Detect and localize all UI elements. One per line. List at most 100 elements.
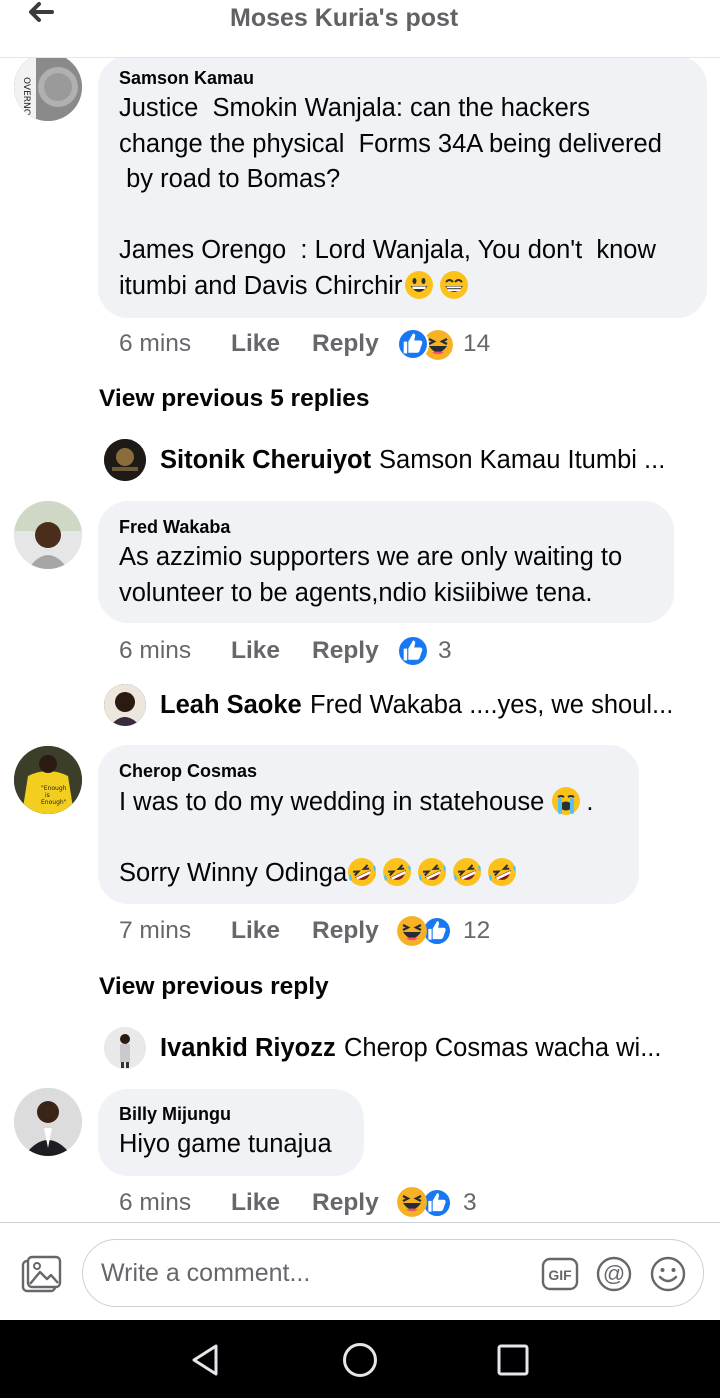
comment-input[interactable] bbox=[101, 1240, 521, 1306]
view-previous-replies-button[interactable]: View previous 5 replies bbox=[99, 385, 370, 413]
like-button[interactable]: Like bbox=[231, 1189, 280, 1217]
like-button[interactable]: Like bbox=[231, 917, 280, 945]
avatar-photo-icon bbox=[14, 1088, 82, 1156]
comment-text: I was to do my wedding in statehouse . So… bbox=[119, 785, 639, 892]
nav-home-button[interactable] bbox=[340, 1340, 380, 1380]
comment-input-container[interactable]: GIF @ bbox=[82, 1239, 704, 1307]
reply-button[interactable]: Reply bbox=[312, 1189, 379, 1217]
post-header: Moses Kuria's post bbox=[0, 0, 720, 58]
haha-reaction-icon[interactable] bbox=[397, 1187, 427, 1217]
gif-icon: GIF bbox=[541, 1257, 579, 1291]
rolling-laughing-face-icon bbox=[382, 857, 412, 887]
crying-face-icon bbox=[551, 786, 581, 816]
reply-snippet[interactable]: Samson Kamau Itumbi ... bbox=[379, 446, 665, 475]
haha-reaction-icon[interactable] bbox=[397, 916, 427, 946]
view-previous-reply-button[interactable]: View previous reply bbox=[99, 973, 329, 1001]
svg-text:GIF: GIF bbox=[548, 1267, 572, 1283]
photo-button[interactable] bbox=[20, 1254, 62, 1296]
emoji-icon bbox=[650, 1256, 686, 1292]
avatar[interactable]: "Enough is Enough" bbox=[14, 746, 82, 814]
reply-button[interactable]: Reply bbox=[312, 330, 379, 358]
like-button[interactable]: Like bbox=[231, 637, 280, 665]
avatar-photo-icon bbox=[14, 501, 82, 569]
comment-line: Sorry Winny Odinga bbox=[119, 859, 348, 887]
reply-preview[interactable]: Sitonik Cheruiyot Samson Kamau Itumbi ..… bbox=[160, 446, 700, 490]
rolling-laughing-face-icon bbox=[452, 857, 482, 887]
reply-preview[interactable]: Leah Saoke Fred Wakaba ....yes, we shoul… bbox=[160, 691, 700, 735]
recents-square-icon bbox=[497, 1344, 529, 1376]
comment-line: by road to Bomas? bbox=[119, 165, 341, 193]
grinning-face-icon bbox=[404, 270, 434, 300]
reply-author[interactable]: Ivankid Riyozz bbox=[160, 1034, 336, 1063]
avatar[interactable] bbox=[104, 684, 146, 726]
reply-author[interactable]: Sitonik Cheruiyot bbox=[160, 446, 371, 475]
comment-time: 6 mins bbox=[119, 330, 192, 357]
avatar[interactable] bbox=[104, 439, 146, 481]
svg-text:is: is bbox=[45, 792, 50, 799]
comment-line: volunteer to be agents,ndio kisiibiwe te… bbox=[119, 578, 593, 607]
comment-text: As azzimio supporters we are only waitin… bbox=[119, 540, 669, 611]
gif-button[interactable]: GIF bbox=[541, 1255, 579, 1293]
mention-button[interactable]: @ bbox=[595, 1255, 633, 1293]
nav-back-button[interactable] bbox=[186, 1340, 226, 1380]
avatar-photo-icon: "Enough is Enough" bbox=[14, 746, 82, 814]
comment-author[interactable]: Billy Mijungu bbox=[119, 1104, 231, 1125]
reaction-count[interactable]: 12 bbox=[463, 917, 490, 945]
page-title: Moses Kuria's post bbox=[230, 4, 459, 32]
svg-text:"Enough: "Enough bbox=[41, 785, 67, 792]
avatar[interactable]: OVERNO bbox=[14, 53, 82, 121]
comment-author[interactable]: Samson Kamau bbox=[119, 68, 254, 89]
reply-author[interactable]: Leah Saoke bbox=[160, 691, 302, 720]
back-triangle-icon bbox=[192, 1344, 218, 1376]
rolling-laughing-face-icon bbox=[347, 857, 377, 887]
comment-line: itumbi and Davis Chirchir bbox=[119, 271, 403, 300]
reaction-count[interactable]: 3 bbox=[463, 1189, 477, 1217]
comment-time: 6 mins bbox=[119, 637, 192, 664]
like-reaction-icon[interactable] bbox=[397, 328, 429, 360]
rolling-laughing-face-icon bbox=[417, 857, 447, 887]
emoji-button[interactable] bbox=[649, 1255, 687, 1293]
system-navigation-bar bbox=[0, 1320, 720, 1398]
comment-text: Hiyo game tunajua bbox=[119, 1127, 359, 1163]
svg-text:@: @ bbox=[603, 1261, 625, 1286]
avatar-photo-icon: OVERNO bbox=[14, 53, 82, 121]
comment-time: 6 mins bbox=[119, 1189, 192, 1216]
nav-recents-button[interactable] bbox=[493, 1340, 533, 1380]
reply-button[interactable]: Reply bbox=[312, 917, 379, 945]
like-button[interactable]: Like bbox=[231, 330, 280, 358]
reply-snippet[interactable]: Fred Wakaba ....yes, we shoul... bbox=[310, 691, 673, 720]
like-reaction-icon[interactable] bbox=[397, 635, 429, 667]
avatar-photo-icon bbox=[104, 1027, 146, 1069]
comment-text: Justice Smokin Wanjala: can the hackers c… bbox=[119, 91, 704, 304]
reaction-count[interactable]: 3 bbox=[438, 637, 452, 665]
svg-text:OVERNO: OVERNO bbox=[21, 77, 31, 116]
comments-list[interactable]: OVERNO Samson Kamau Justice Smokin Wanja… bbox=[0, 0, 720, 1222]
comment-line: Hiyo game tunajua bbox=[119, 1130, 332, 1158]
avatar-photo-icon bbox=[104, 439, 146, 481]
svg-text:Enough": Enough" bbox=[41, 799, 67, 806]
reply-snippet[interactable]: Cherop Cosmas wacha wi... bbox=[344, 1034, 661, 1063]
reply-button[interactable]: Reply bbox=[312, 637, 379, 665]
back-button[interactable] bbox=[22, 0, 58, 30]
comment-time: 7 mins bbox=[119, 917, 192, 944]
avatar[interactable] bbox=[14, 501, 82, 569]
comment-line: change the physical Forms 34A being deli… bbox=[119, 129, 662, 158]
beaming-face-icon bbox=[439, 270, 469, 300]
comment-line: I was to do my wedding in statehouse bbox=[119, 788, 545, 816]
comment-author[interactable]: Fred Wakaba bbox=[119, 517, 230, 538]
rolling-laughing-face-icon bbox=[487, 857, 517, 887]
avatar[interactable] bbox=[104, 1027, 146, 1069]
reply-preview[interactable]: Ivankid Riyozz Cherop Cosmas wacha wi... bbox=[160, 1034, 700, 1078]
comment-author[interactable]: Cherop Cosmas bbox=[119, 761, 257, 782]
comment-line: James Orengo : Lord Wanjala, You don't k… bbox=[119, 236, 656, 264]
comment-line: Justice Smokin Wanjala: can the hackers bbox=[119, 94, 591, 122]
reaction-count[interactable]: 14 bbox=[463, 330, 490, 358]
comment-line: As azzimio supporters we are only waitin… bbox=[119, 543, 623, 571]
photo-icon bbox=[21, 1255, 62, 1293]
comment-composer: GIF @ bbox=[0, 1222, 720, 1320]
home-circle-icon bbox=[343, 1343, 377, 1377]
mention-icon: @ bbox=[596, 1256, 632, 1292]
avatar-photo-icon bbox=[104, 684, 146, 726]
avatar[interactable] bbox=[14, 1088, 82, 1156]
arrow-left-icon bbox=[29, 2, 54, 22]
